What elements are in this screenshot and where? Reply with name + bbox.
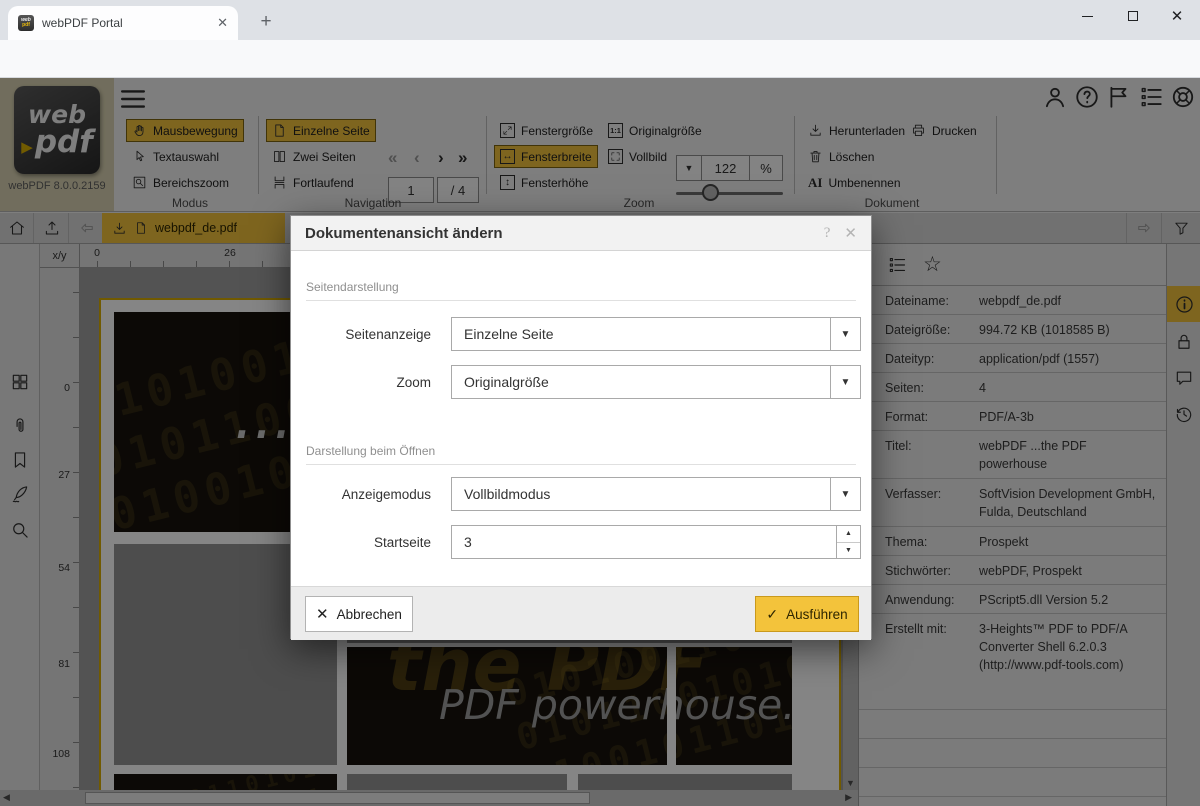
field-label: Zoom [306,365,431,399]
startseite-input[interactable] [452,533,836,551]
dropdown-button[interactable]: ▼ [830,366,860,398]
screen: webpdf webPDF Portal ✕ + ✕ ← → ⟳ i local… [0,0,1200,806]
dialog-close-icon[interactable]: ✕ [844,224,857,242]
dialog-header: Dokumentenansicht ändern ? ✕ [291,216,871,251]
startseite-number-field[interactable]: ▲ ▼ [451,525,861,559]
confirm-check-icon: ✓ [766,607,778,621]
cancel-label: Abbrechen [337,607,402,622]
select-value: Einzelne Seite [452,326,830,342]
spinner-up-icon[interactable]: ▲ [837,526,860,543]
dialog-title: Dokumentenansicht ändern [305,225,824,242]
field-label: Anzeigemodus [306,477,431,511]
browser-tab[interactable]: webpdf webPDF Portal ✕ [8,6,238,40]
window-maximize-button[interactable] [1110,0,1156,32]
confirm-button[interactable]: ✓ Ausführen [755,596,859,632]
browser-addressbar: ← → ⟳ i localhost:8080/webPDF/ ★ ⋮ [0,40,1200,78]
section-label-open-display: Darstellung beim Öffnen [306,444,435,458]
confirm-label: Ausführen [786,607,848,622]
tab-close-icon[interactable]: ✕ [217,15,228,31]
field-row-startseite: Startseite ▲ ▼ [291,525,871,559]
select-value: Vollbildmodus [452,486,830,502]
browser-tab-title: webPDF Portal [42,16,209,30]
select-value: Originalgröße [452,374,830,390]
dialog-help-icon[interactable]: ? [824,225,831,242]
section-divider [306,300,856,301]
new-tab-button[interactable]: + [252,8,280,36]
field-row-seitenanzeige: Seitenanzeige Einzelne Seite ▼ [291,317,871,351]
window-minimize-button[interactable] [1064,0,1110,32]
dropdown-button[interactable]: ▼ [830,318,860,350]
cancel-button[interactable]: ✕ Abbrechen [305,596,413,632]
field-label: Seitenanzeige [306,317,431,351]
field-row-anzeigemodus: Anzeigemodus Vollbildmodus ▼ [291,477,871,511]
number-spinner: ▲ ▼ [836,526,860,558]
dropdown-button[interactable]: ▼ [830,478,860,510]
seitenanzeige-select[interactable]: Einzelne Seite ▼ [451,317,861,351]
field-row-zoom: Zoom Originalgröße ▼ [291,365,871,399]
browser-tabstrip: webpdf webPDF Portal ✕ + ✕ [0,0,1200,40]
zoom-select[interactable]: Originalgröße ▼ [451,365,861,399]
section-label-page-display: Seitendarstellung [306,280,399,294]
cancel-x-icon: ✕ [316,607,329,622]
dialog-footer: ✕ Abbrechen ✓ Ausführen [291,586,871,640]
section-divider [306,464,856,465]
anzeigemodus-select[interactable]: Vollbildmodus ▼ [451,477,861,511]
window-close-button[interactable]: ✕ [1154,0,1200,32]
spinner-down-icon[interactable]: ▼ [837,543,860,559]
webpdf-favicon: webpdf [18,15,34,31]
field-label: Startseite [306,525,431,559]
document-view-dialog: Dokumentenansicht ändern ? ✕ Seitendarst… [290,215,872,639]
